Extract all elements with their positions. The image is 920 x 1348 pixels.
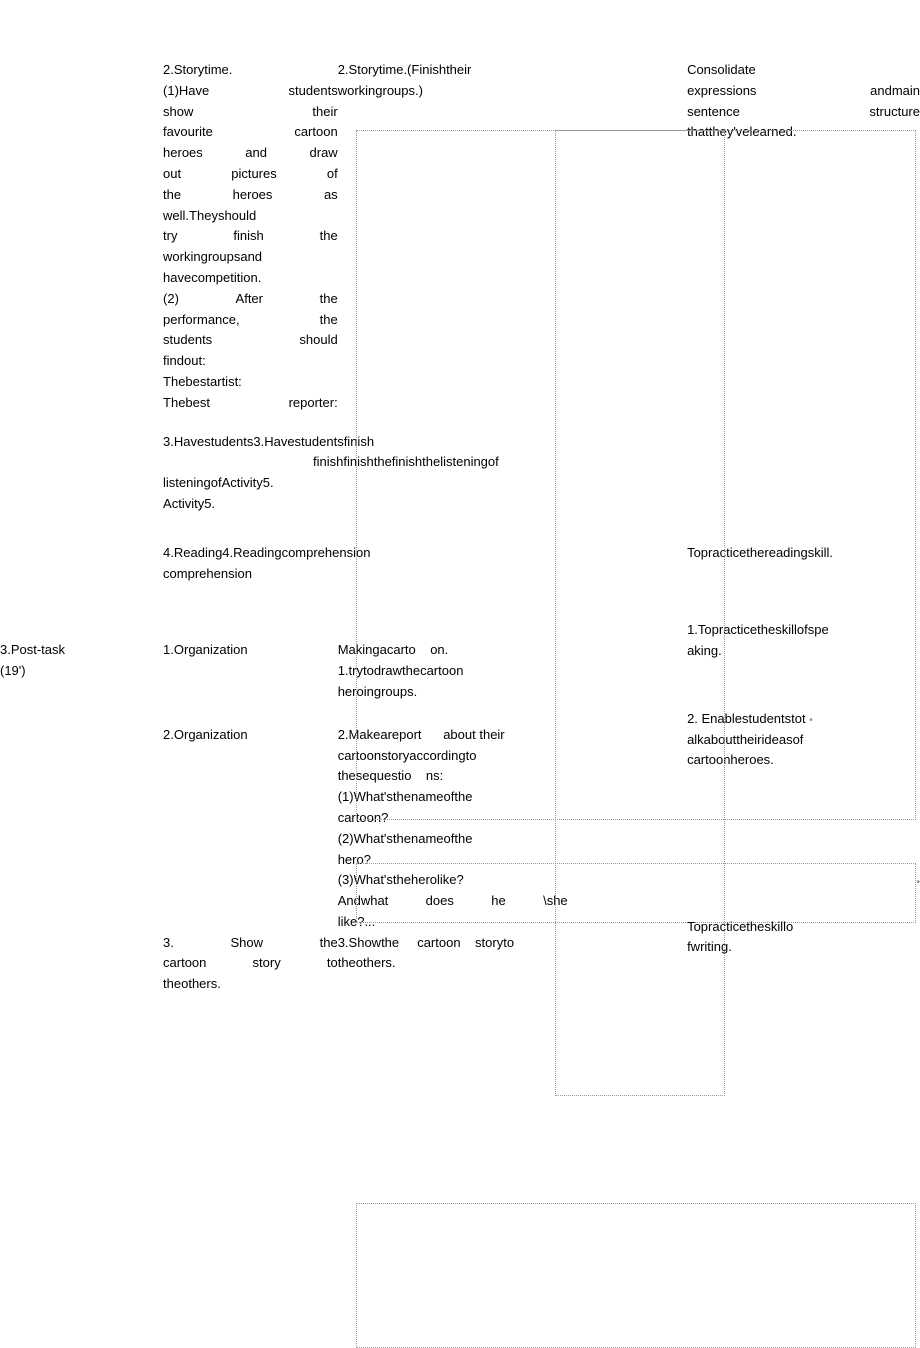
stage-cell: 3.Post-task (19'): [0, 584, 163, 702]
teacher-activity-cell: 1.Organization: [163, 584, 338, 702]
text: 2.Storytime.: [163, 60, 338, 81]
text: Thebestreporter:: [163, 393, 338, 414]
text: outpicturesof: [163, 164, 338, 185]
text: Thebestartist:: [163, 372, 338, 393]
dotted-box-lower: [356, 1203, 916, 1348]
text: expressionsandmain: [687, 81, 920, 102]
text: fwriting.: [687, 937, 920, 958]
text: tryfinishthe: [163, 226, 338, 247]
text: (1)Havestudents: [163, 81, 338, 102]
text: heroesanddraw: [163, 143, 338, 164]
teacher-activity-cell: 3. Show the cartoon story to theothers.: [163, 933, 338, 1115]
text: 2.Organization: [163, 725, 338, 746]
stage-cell: [0, 60, 163, 414]
text: 1.Organization: [163, 640, 338, 661]
table-row: 3. Show the cartoon story to theothers. …: [0, 933, 920, 1115]
text: studentsshould: [163, 330, 338, 351]
text: 3. Show the: [163, 933, 338, 954]
teacher-activity-cell: 2.Storytime. (1)Havestudents showtheir f…: [163, 60, 338, 414]
stage-time: (19'): [0, 661, 163, 682]
text: sentencestructure: [687, 102, 920, 123]
text: havecompetition.: [163, 268, 338, 289]
text: workingroupsand: [163, 247, 338, 268]
text: workingroups.): [338, 81, 687, 102]
stage-title: 3.Post-task: [0, 640, 163, 661]
text: theothers.: [163, 974, 338, 995]
dotted-box-mid: [356, 863, 916, 923]
text: performance,the: [163, 310, 338, 331]
text: showtheir: [163, 102, 338, 123]
teacher-activity-cell: 2.Organization: [163, 703, 338, 933]
text: (2)Afterthe: [163, 289, 338, 310]
text: Topracticetheskillo: [687, 917, 920, 938]
text: findout:: [163, 351, 338, 372]
dot-icon: •: [916, 877, 920, 888]
text: favouritecartoon: [163, 122, 338, 143]
text: theheroesas: [163, 185, 338, 206]
text: 2.Storytime.(Finishtheir: [338, 60, 687, 81]
purpose-cell: Topracticetheskillo fwriting.: [687, 917, 920, 1099]
text: Consolidate: [687, 60, 920, 81]
text: cartoon story to: [163, 953, 338, 974]
text: well.Theyshould: [163, 206, 338, 227]
